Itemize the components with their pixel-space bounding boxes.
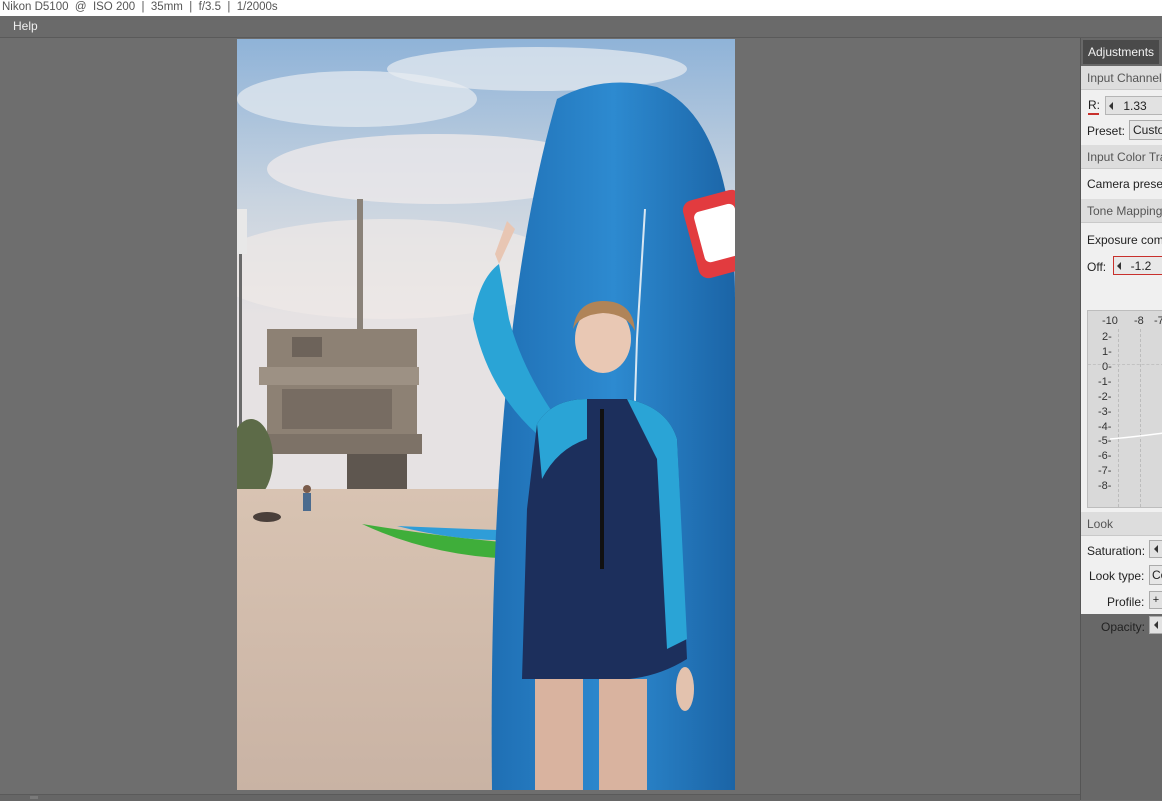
preset-label: Preset: bbox=[1087, 124, 1126, 138]
triangle-left-icon[interactable] bbox=[1154, 621, 1158, 629]
window-title: Nikon D5100 @ ISO 200 | 35mm | f/3.5 | 1… bbox=[0, 0, 1162, 16]
image-canvas[interactable] bbox=[0, 38, 1080, 794]
section-input-channels[interactable]: Input Channels bbox=[1081, 66, 1162, 90]
saturation-spinner[interactable] bbox=[1149, 540, 1162, 558]
exposure-compensation-label: Exposure compensation bbox=[1087, 233, 1162, 247]
section-tone-mapping[interactable]: Tone Mapping bbox=[1081, 199, 1162, 223]
saturation-label: Saturation: bbox=[1087, 544, 1146, 558]
opacity-spinner[interactable] bbox=[1149, 616, 1162, 634]
triangle-left-icon[interactable] bbox=[1154, 545, 1158, 553]
add-profile-button[interactable]: + bbox=[1149, 591, 1162, 609]
exposure-offset-spinner[interactable]: -1.2 bbox=[1113, 256, 1162, 275]
section-input-color-transform[interactable]: Input Color Transform bbox=[1081, 145, 1162, 169]
resize-grip-icon[interactable] bbox=[30, 796, 38, 799]
red-channel-indicator bbox=[1088, 113, 1099, 115]
look-type-select[interactable]: Co bbox=[1149, 565, 1162, 585]
channel-value-spinner[interactable]: 1.33 bbox=[1105, 96, 1162, 115]
off-label: Off: bbox=[1087, 260, 1107, 274]
channel-label: R: bbox=[1088, 98, 1100, 112]
surfer-photo bbox=[237, 39, 735, 790]
camera-preset-label: Camera preset bbox=[1087, 177, 1162, 191]
photo-preview[interactable] bbox=[237, 39, 735, 790]
look-type-label: Look type: bbox=[1089, 569, 1145, 583]
preset-select[interactable]: Custom bbox=[1129, 120, 1162, 140]
menu-bar: Help bbox=[0, 16, 1162, 38]
section-look[interactable]: Look bbox=[1081, 512, 1162, 536]
tone-curve-line bbox=[1109, 432, 1162, 440]
opacity-label: Opacity: bbox=[1101, 620, 1146, 634]
tone-curve-graph[interactable]: -10 -8 -7 2- 1- 0- -1- -2- -3- -4- -5- -… bbox=[1087, 310, 1162, 508]
profile-label: Profile: bbox=[1107, 595, 1145, 609]
tab-adjustments[interactable]: Adjustments bbox=[1083, 40, 1159, 64]
adjustments-panel: Adjustments Input Channels R: 1.33 Prese… bbox=[1080, 38, 1162, 800]
panel-body: Input Channels R: 1.33 Preset: Custom In… bbox=[1081, 66, 1162, 634]
menu-help[interactable]: Help bbox=[13, 19, 38, 33]
